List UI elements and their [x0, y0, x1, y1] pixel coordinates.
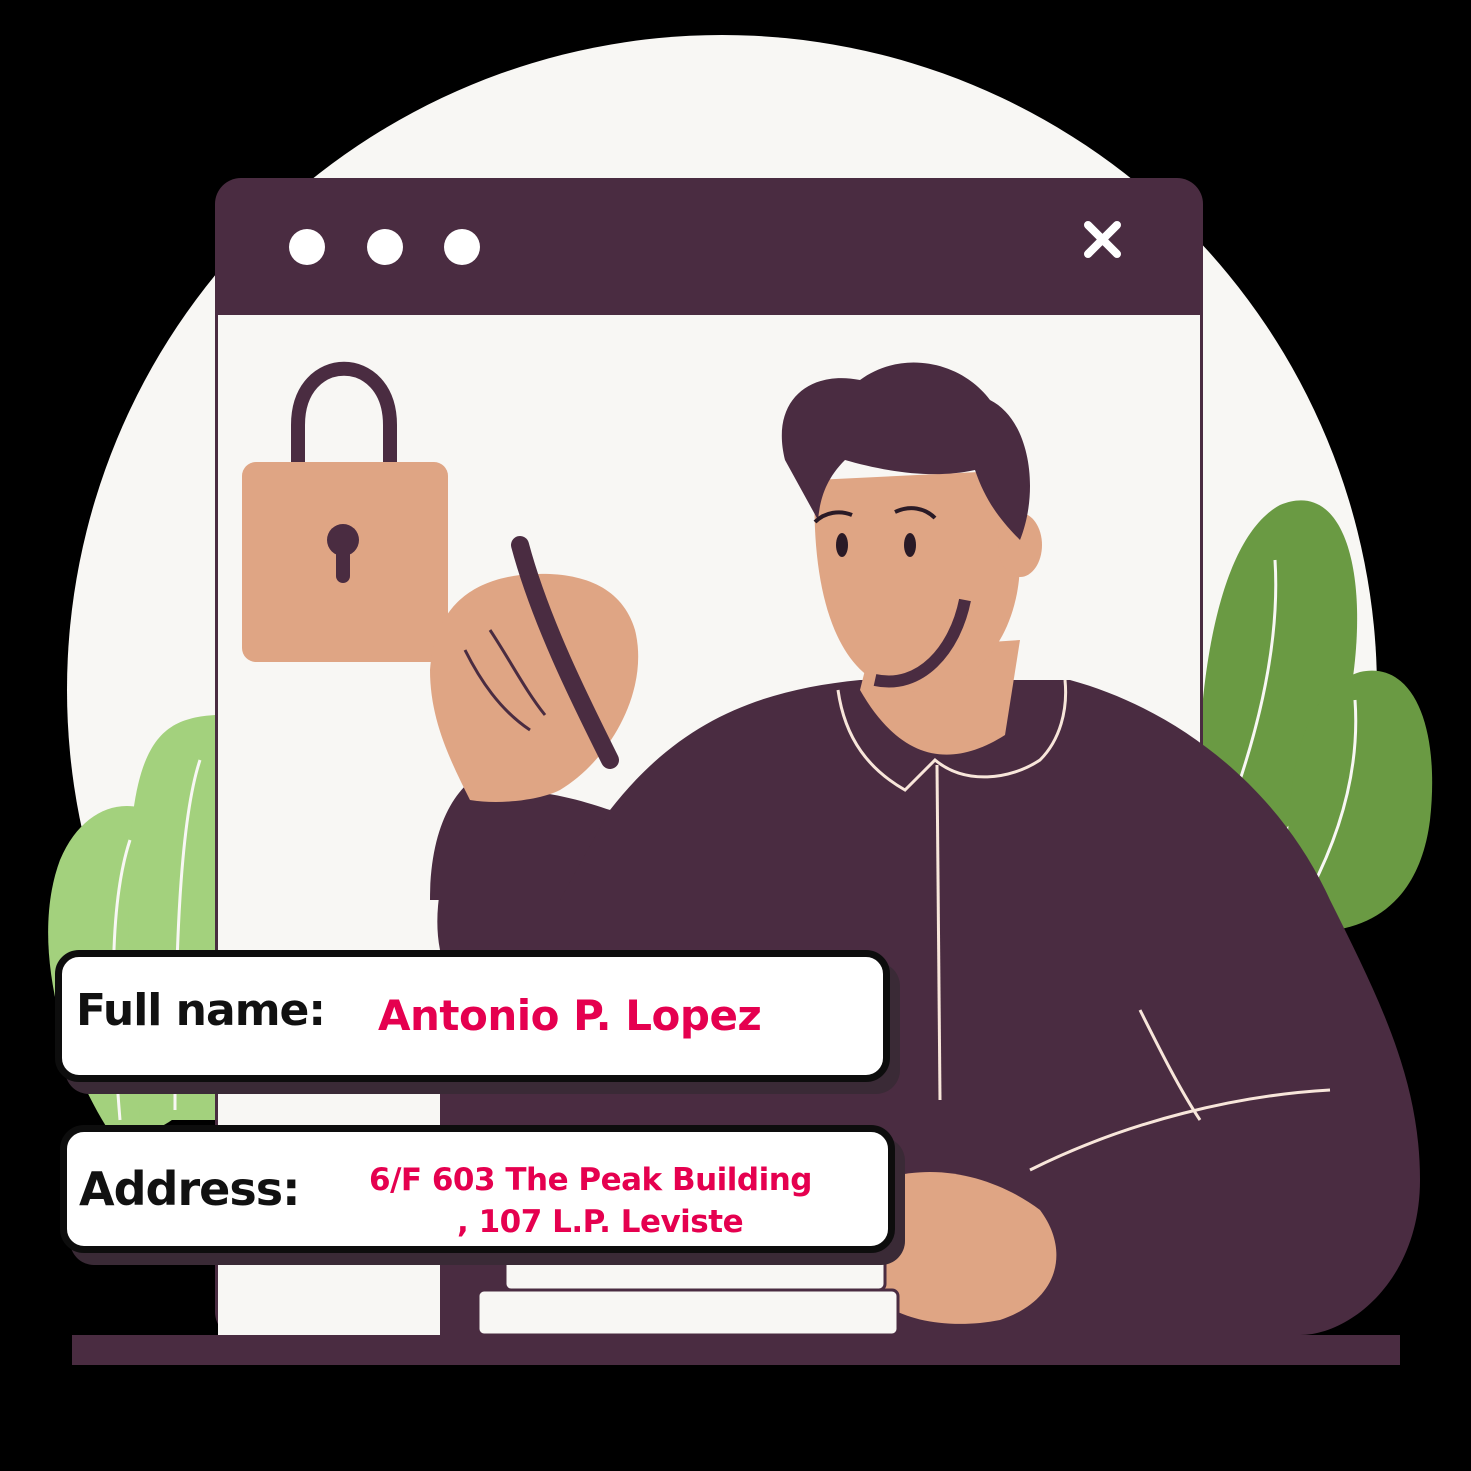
address-label: Address: — [79, 1162, 300, 1216]
window-dot-3 — [444, 229, 480, 265]
address-line-1: 6/F 603 The Peak Building — [369, 1162, 813, 1198]
keyboard — [476, 1253, 900, 1337]
window-dot-2 — [367, 229, 403, 265]
address-card: Address: 6/F 603 The Peak Building , 107… — [60, 1125, 895, 1253]
address-line-2: , 107 L.P. Leviste — [457, 1204, 744, 1240]
window-dot-1 — [289, 229, 325, 265]
desk — [72, 1335, 1400, 1365]
full-name-value: Antonio P. Lopez — [378, 991, 762, 1040]
full-name-card: Full name: Antonio P. Lopez — [55, 950, 890, 1082]
full-name-label: Full name: — [76, 985, 326, 1036]
